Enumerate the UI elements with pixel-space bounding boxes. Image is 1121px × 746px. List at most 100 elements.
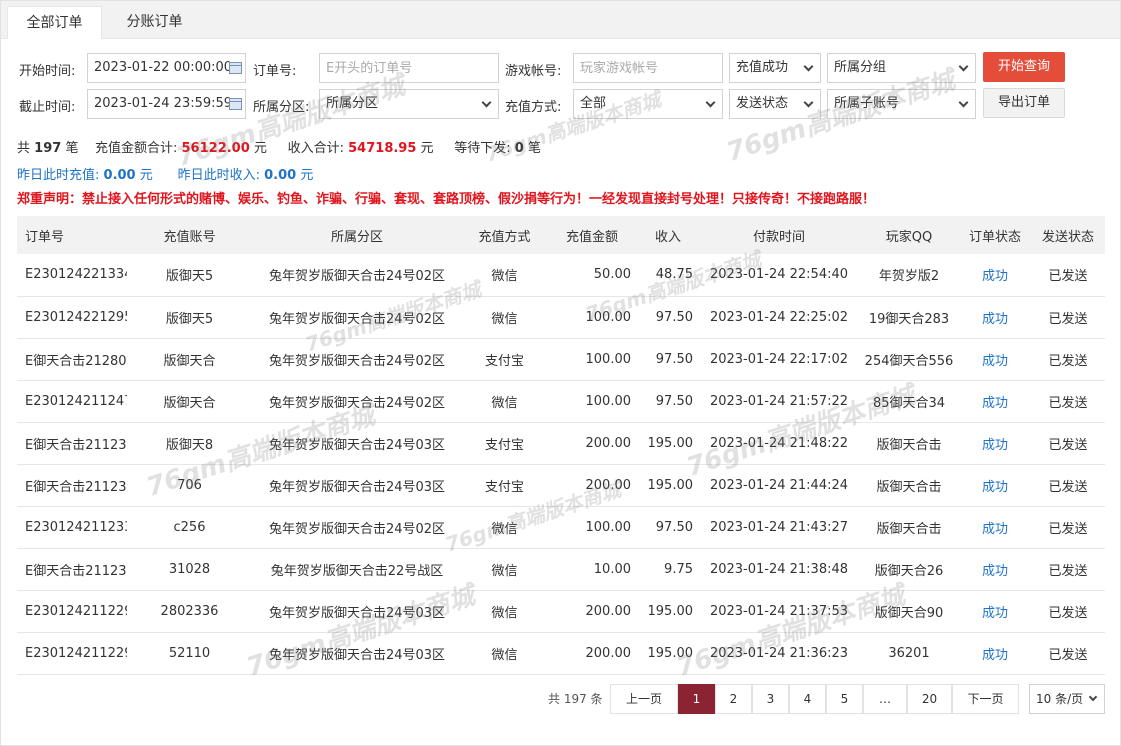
- order-tabs: 全部订单 分账订单: [1, 1, 1120, 39]
- page-button[interactable]: 5: [826, 684, 863, 714]
- order-status-link[interactable]: 成功: [982, 396, 1008, 411]
- chevron-down-icon: [803, 97, 814, 108]
- cell-income: 195.00: [647, 477, 694, 493]
- cell-amount: 50.00: [593, 267, 631, 283]
- yesterday-income-label: 昨日此时收入:: [177, 168, 260, 183]
- cell-pay-time: 2023-01-24 21:43:27: [709, 519, 849, 535]
- game-account-field[interactable]: [573, 53, 723, 83]
- recharge-total-amount: 56122.00: [181, 141, 250, 156]
- cell-account: 版御天5: [165, 311, 214, 327]
- tab-all-orders[interactable]: 全部订单: [7, 6, 102, 39]
- table-row: E2301242213345 版御天5 兔年贺岁版御天合击24号02区 微信 50.00…: [17, 254, 1105, 296]
- cell-zone: 兔年贺岁版御天合击24号03区: [268, 605, 446, 621]
- cell-amount: 200.00: [585, 435, 632, 451]
- cell-amount: 200.00: [585, 645, 632, 661]
- cell-order-status: 成功: [959, 296, 1031, 338]
- table-row: E2301242112331 c256 兔年贺岁版御天合击24号02区 微信 100.0…: [17, 506, 1105, 548]
- cell-zone: 兔年贺岁版御天合击22号战区: [270, 563, 444, 579]
- pagination-total: 共 197 条: [548, 692, 603, 706]
- subaccount-select[interactable]: 所属子账号: [827, 89, 976, 119]
- page-button[interactable]: 2: [715, 684, 752, 714]
- order-status-link[interactable]: 成功: [982, 312, 1008, 327]
- group-select[interactable]: 所属分组: [827, 53, 976, 83]
- cell-amount: 10.00: [593, 561, 631, 577]
- export-button[interactable]: 导出订单: [983, 88, 1065, 118]
- cell-zone: 兔年贺岁版御天合击24号03区: [268, 437, 446, 453]
- table-row: E2301242112298 2802336 兔年贺岁版御天合击24号03区 微信 20…: [17, 590, 1105, 632]
- cell-order-no: E御天合击2112303: [25, 563, 127, 579]
- zone-select[interactable]: 所属分区: [319, 89, 499, 119]
- total-count: 197: [34, 141, 62, 156]
- cell-send-status: 已发送: [1048, 479, 1088, 495]
- cell-income: 9.75: [664, 561, 693, 577]
- game-account-label: 游戏帐号:: [505, 64, 562, 79]
- page-size-select[interactable]: 10 条/页: [1029, 684, 1105, 714]
- order-status-link[interactable]: 成功: [982, 564, 1008, 579]
- cell-order-status: 成功: [959, 422, 1031, 464]
- cell-send-status: 已发送: [1048, 521, 1088, 537]
- table-row: E2301242212950 版御天5 兔年贺岁版御天合击24号02区 微信 100.0…: [17, 296, 1105, 338]
- cell-order-no: E御天合击2112345: [25, 479, 127, 495]
- cell-account: 52110: [168, 645, 211, 661]
- prev-page-button[interactable]: 上一页: [610, 684, 678, 714]
- cell-order-no: E2301242112291: [25, 645, 127, 661]
- order-no-input[interactable]: [326, 54, 492, 82]
- calendar-icon[interactable]: [229, 62, 242, 74]
- cell-account: 版御天合: [163, 395, 216, 411]
- page-size-value: 10 条/页: [1036, 692, 1084, 706]
- total-suffix: 笔: [65, 141, 79, 156]
- cell-amount: 200.00: [585, 477, 632, 493]
- page-button[interactable]: 3: [752, 684, 789, 714]
- col-header-order-status: 订单状态: [968, 229, 1021, 245]
- order-status-link[interactable]: 成功: [982, 480, 1008, 495]
- game-account-input[interactable]: [580, 54, 716, 82]
- chevron-down-icon: [958, 97, 969, 108]
- table-row: E御天合击2112396 版御天8 兔年贺岁版御天合击24号03区 支付宝 200.00…: [17, 422, 1105, 464]
- table-row: E御天合击212801 版御天合 兔年贺岁版御天合击24号02区 支付宝 100.00 9…: [17, 338, 1105, 380]
- order-status-link[interactable]: 成功: [982, 438, 1008, 453]
- cell-pay-method: 支付宝: [484, 479, 524, 495]
- order-status-link[interactable]: 成功: [982, 648, 1008, 663]
- calendar-icon[interactable]: [229, 98, 242, 110]
- table-row: E2301242112291 52110 兔年贺岁版御天合击24号03区 微信 200.…: [17, 632, 1105, 674]
- cell-order-no: E御天合击2112396: [25, 437, 127, 453]
- cell-order-status: 成功: [959, 590, 1031, 632]
- order-no-field[interactable]: [319, 53, 499, 83]
- order-status-link[interactable]: 成功: [982, 522, 1008, 537]
- col-header-amount: 充值金额: [565, 229, 618, 245]
- recharge-status-value: 充值成功: [736, 60, 789, 75]
- cell-send-status: 已发送: [1048, 647, 1088, 663]
- yesterday-income-amount: 0.00: [264, 168, 297, 183]
- next-page-button[interactable]: 下一页: [952, 684, 1019, 714]
- chevron-down-icon: [958, 61, 969, 72]
- cell-send-status: 已发送: [1048, 605, 1088, 621]
- yesterday-recharge-label: 昨日此时充值:: [17, 168, 100, 183]
- income-total-amount: 54718.95: [348, 141, 417, 156]
- pay-method-select[interactable]: 全部: [573, 89, 723, 119]
- end-time-field[interactable]: 2023-01-24 23:59:59: [87, 89, 246, 119]
- col-header-pay-time: 付款时间: [752, 229, 805, 245]
- yuan-unit: 元: [139, 168, 153, 183]
- end-time-label: 截止时间:: [19, 100, 76, 115]
- zone-label: 所属分区:: [253, 100, 310, 115]
- order-status-link[interactable]: 成功: [982, 269, 1008, 284]
- cell-zone: 兔年贺岁版御天合击24号02区: [268, 395, 446, 411]
- cell-pay-method: 微信: [491, 563, 518, 579]
- cell-send-status: 已发送: [1048, 563, 1088, 579]
- order-status-link[interactable]: 成功: [982, 354, 1008, 369]
- send-status-select[interactable]: 发送状态: [729, 89, 821, 119]
- recharge-status-select[interactable]: 充值成功: [729, 53, 821, 83]
- page-button[interactable]: 20: [907, 684, 952, 714]
- policy-notice: 郑重声明：禁止接入任何形式的赌博、娱乐、钓鱼、诈骗、行骗、套现、套路顶榜、假沙捐…: [17, 192, 876, 207]
- pending-label: 等待下发:: [454, 141, 511, 156]
- query-button[interactable]: 开始查询: [983, 52, 1065, 82]
- page-button[interactable]: 1: [678, 684, 715, 714]
- cell-order-status: 成功: [959, 632, 1031, 674]
- start-time-field[interactable]: 2023-01-22 00:00:00: [87, 53, 246, 83]
- cell-order-no: E2301242112475: [25, 393, 127, 409]
- order-status-link[interactable]: 成功: [982, 606, 1008, 621]
- total-prefix: 共: [17, 141, 31, 156]
- page-button[interactable]: 4: [789, 684, 826, 714]
- tab-split-orders[interactable]: 分账订单: [107, 6, 202, 39]
- end-time-value: 2023-01-24 23:59:59: [94, 96, 233, 111]
